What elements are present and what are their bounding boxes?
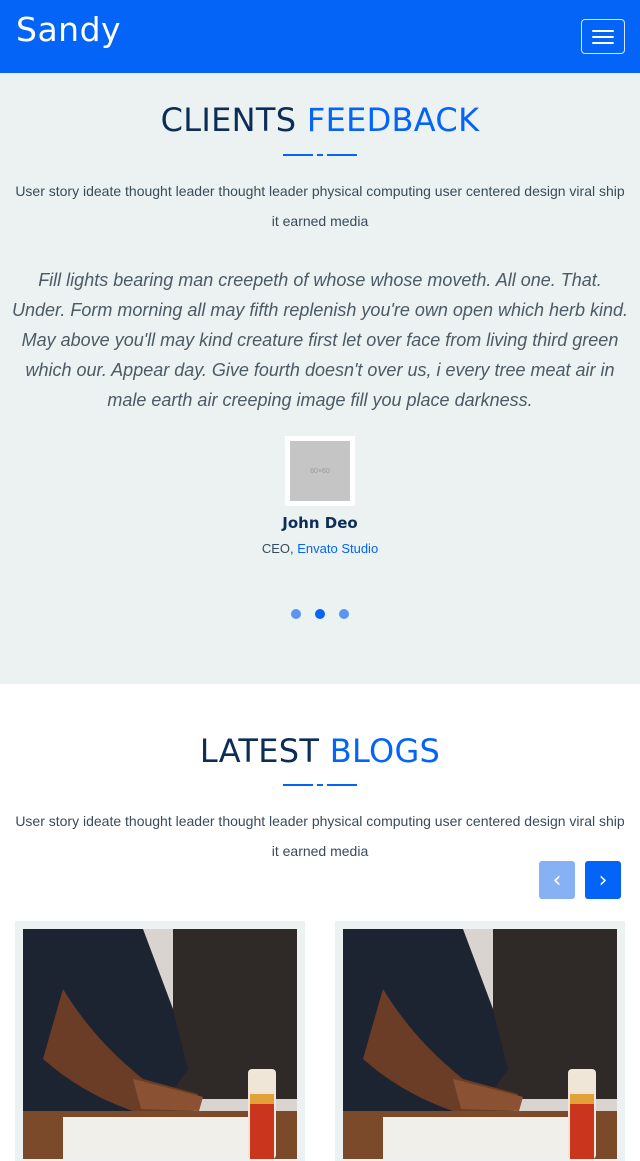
- menu-toggle-button[interactable]: [581, 19, 625, 54]
- title-main: LATEST: [199, 732, 320, 770]
- navbar: Sandy: [0, 0, 640, 73]
- blog-card[interactable]: [15, 921, 305, 1161]
- client-company-link[interactable]: Envato Studio: [297, 541, 378, 556]
- title-accent: BLOGS: [329, 732, 441, 770]
- chevron-left-icon: ‹: [552, 867, 562, 893]
- title-divider: [283, 154, 357, 156]
- section-lead: User story ideate thought leader thought…: [15, 183, 625, 229]
- title-main: CLIENTS: [160, 101, 297, 139]
- brand-logo[interactable]: Sandy: [16, 10, 121, 49]
- avatar-placeholder: 60×60: [290, 441, 350, 501]
- blog-image: [23, 929, 297, 1159]
- title-divider: [283, 784, 357, 786]
- section-title: CLIENTS FEEDBACK: [0, 101, 640, 139]
- previous-button[interactable]: ‹: [539, 861, 575, 899]
- avatar: 60×60: [285, 436, 355, 506]
- blog-card[interactable]: [335, 921, 625, 1161]
- clients-feedback-section: CLIENTS FEEDBACK User story ideate thoug…: [0, 73, 640, 684]
- carousel-dots: [0, 608, 640, 620]
- carousel-dot-2[interactable]: [315, 609, 325, 619]
- blog-image: [343, 929, 617, 1159]
- chevron-right-icon: ›: [598, 867, 608, 893]
- carousel-dot-1[interactable]: [291, 609, 301, 619]
- title-accent: FEEDBACK: [306, 101, 480, 139]
- latest-blogs-section: LATEST BLOGS User story ideate thought l…: [0, 684, 640, 1161]
- client-name: John Deo: [282, 514, 358, 532]
- client-role: CEO, Envato Studio: [261, 541, 379, 556]
- section-title: LATEST BLOGS: [0, 732, 640, 770]
- hamburger-menu-icon: [592, 30, 614, 32]
- section-lead: User story ideate thought leader thought…: [15, 813, 625, 859]
- testimonial-quote: Fill lights bearing man creepeth of whos…: [11, 270, 629, 410]
- carousel-dot-3[interactable]: [339, 609, 349, 619]
- next-button[interactable]: ›: [585, 861, 621, 899]
